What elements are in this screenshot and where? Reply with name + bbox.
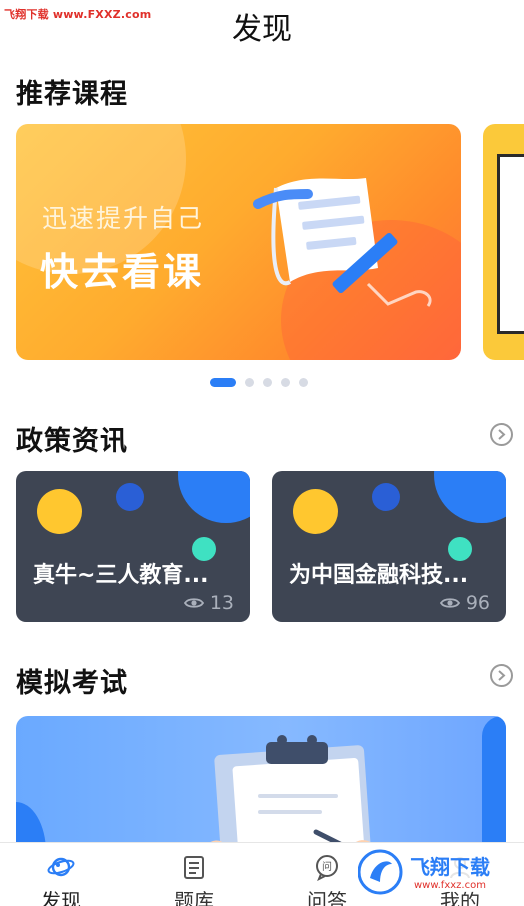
mock-exam-banner[interactable] (16, 716, 506, 856)
course-banner[interactable]: 迅速提升自己 快去看课 (16, 124, 461, 360)
tab-label: 发现 (41, 889, 81, 906)
carousel-indicator (210, 378, 308, 387)
section-title-policy-news: 政策资讯 (16, 426, 128, 457)
svg-text:www.fxxz.com: www.fxxz.com (414, 880, 486, 891)
decor-circle (372, 483, 400, 511)
view-count: 96 (439, 592, 490, 614)
svg-text:飞翔下载: 飞翔下载 (410, 855, 490, 879)
planet-icon (47, 857, 75, 877)
clipboard-illustration (196, 735, 378, 856)
chevron-right-icon (498, 670, 506, 681)
policy-news-more-button[interactable] (490, 423, 513, 446)
chevron-right-icon (498, 429, 506, 440)
course-banner-next[interactable] (483, 124, 524, 360)
view-count: 13 (183, 592, 234, 614)
carousel-dot[interactable] (263, 378, 272, 387)
site-watermark-logo: 飞翔下载 www.fxxz.com (358, 849, 514, 895)
news-card[interactable]: 为中国金融科技... 96 (272, 471, 506, 622)
paper-scroll-pen-illustration (253, 178, 432, 307)
decor-circle (434, 471, 506, 523)
tab-label: 题库 (174, 889, 214, 906)
decor-circle (37, 489, 82, 534)
news-card-title: 为中国金融科技... (289, 563, 469, 588)
decor-blob (482, 716, 506, 856)
eye-icon (439, 598, 460, 608)
banner-next-poster (497, 154, 524, 334)
carousel-dot[interactable] (299, 378, 308, 387)
view-count-value: 13 (209, 592, 234, 614)
tab-discover[interactable]: 发现 (6, 843, 116, 906)
section-title-mock-exam: 模拟考试 (16, 668, 128, 699)
list-icon (184, 856, 204, 879)
carousel-dot[interactable] (281, 378, 290, 387)
view-count-value: 96 (465, 592, 490, 614)
svg-text:问: 问 (322, 860, 332, 873)
mock-exam-more-button[interactable] (490, 664, 513, 687)
carousel-dot[interactable] (210, 378, 236, 387)
banner-subtitle: 迅速提升自己 (42, 204, 205, 233)
eye-icon (183, 598, 204, 608)
decor-circle (178, 471, 250, 523)
question-bubble-icon: 问 (316, 855, 338, 881)
news-card[interactable]: 真牛~三人教育... 13 (16, 471, 250, 622)
banner-headline: 快去看课 (40, 250, 205, 294)
decor-circle (293, 489, 338, 534)
news-card-title: 真牛~三人教育... (33, 563, 209, 588)
section-title-recommended: 推荐课程 (16, 79, 128, 110)
carousel-dot[interactable] (245, 378, 254, 387)
tab-question-bank[interactable]: 题库 (139, 843, 249, 906)
decor-circle (116, 483, 144, 511)
page-title: 发现 (232, 12, 292, 47)
